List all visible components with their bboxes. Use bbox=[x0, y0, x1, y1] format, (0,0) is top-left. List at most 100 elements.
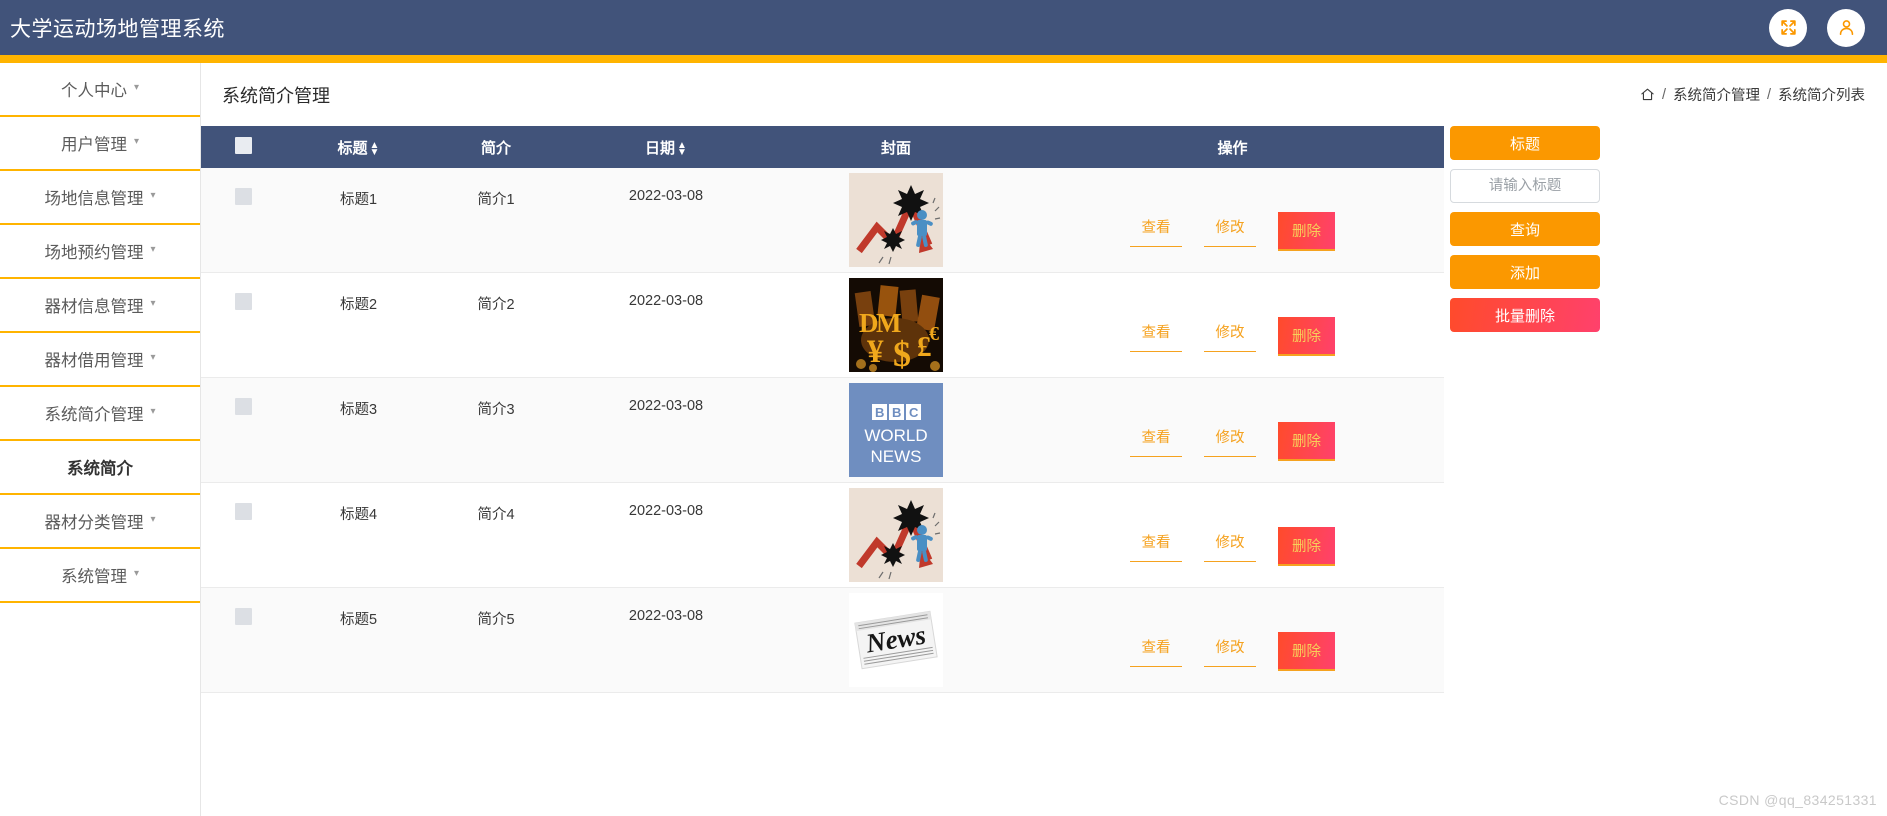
query-button[interactable]: 查询 bbox=[1450, 212, 1600, 246]
user-account-icon[interactable] bbox=[1827, 8, 1865, 47]
view-button[interactable]: 查看 bbox=[1130, 216, 1182, 247]
delete-button[interactable]: 删除 bbox=[1278, 211, 1335, 251]
table-header-title[interactable]: 标题 ▲ ▼ bbox=[286, 126, 431, 168]
row-checkbox[interactable] bbox=[235, 188, 252, 205]
search-input[interactable] bbox=[1450, 169, 1600, 203]
edit-button[interactable]: 修改 bbox=[1204, 321, 1256, 352]
sidebar-item-user-management[interactable]: 用户管理 ▾ bbox=[0, 117, 200, 171]
table-header-operations-label: 操作 bbox=[1217, 139, 1248, 157]
breadcrumb-item-system-intro-management[interactable]: 系统简介管理 bbox=[1673, 84, 1760, 105]
table-row: 标题3 简介3 2022-03-08 B B C WORLD NEWS 查看 修… bbox=[201, 377, 1444, 483]
accent-divider-bar bbox=[0, 55, 1887, 63]
view-button[interactable]: 查看 bbox=[1130, 636, 1182, 667]
row-select-cell bbox=[201, 272, 286, 378]
row-intro-cell: 简介1 bbox=[431, 168, 561, 273]
bbc-world-news-logo-image[interactable]: B B C WORLD NEWS bbox=[849, 383, 943, 477]
chevron-down-icon: ▾ bbox=[150, 406, 156, 417]
breadcrumb-separator: / bbox=[1661, 86, 1666, 103]
chevron-down-icon: ▾ bbox=[133, 136, 140, 147]
table-header-select-all bbox=[201, 126, 286, 168]
gold-currency-symbols-image[interactable]: D M ¥ $ £ € bbox=[849, 278, 943, 372]
edit-button[interactable]: 修改 bbox=[1204, 216, 1256, 247]
filter-action-panel: 标题 查询 添加 批量删除 bbox=[1450, 126, 1600, 332]
sidebar-item-venue-booking-management[interactable]: 场地预约管理 ▾ bbox=[0, 225, 200, 279]
svg-text:€: € bbox=[929, 323, 939, 345]
table-header-cover-label: 封面 bbox=[880, 139, 911, 157]
row-date: 2022-03-08 bbox=[628, 608, 704, 624]
svg-text:WORLD: WORLD bbox=[864, 426, 927, 445]
svg-text:B: B bbox=[892, 405, 901, 420]
row-checkbox[interactable] bbox=[235, 398, 252, 415]
delete-button[interactable]: 删除 bbox=[1278, 421, 1335, 461]
row-intro-cell: 简介4 bbox=[431, 482, 561, 588]
row-title-cell: 标题5 bbox=[286, 587, 431, 693]
main-content-area: 系统简介管理 / 系统简介管理 / 系统简介列表 标题 ▲ ▼ 简介 日期 ▲ … bbox=[201, 63, 1887, 816]
edit-button[interactable]: 修改 bbox=[1204, 636, 1256, 667]
row-checkbox[interactable] bbox=[235, 293, 252, 310]
select-all-checkbox[interactable] bbox=[235, 136, 252, 154]
stock-market-crash-chart-image[interactable] bbox=[849, 173, 943, 267]
watermark: CSDN @qq_834251331 bbox=[1718, 792, 1877, 808]
row-date-cell: 2022-03-08 bbox=[561, 587, 771, 693]
row-checkbox[interactable] bbox=[235, 608, 252, 625]
sidebar-item-system-management[interactable]: 系统管理 ▾ bbox=[0, 549, 200, 603]
sort-icon[interactable]: ▲ ▼ bbox=[370, 140, 380, 157]
stock-market-crash-chart-image[interactable] bbox=[849, 488, 943, 582]
newspaper-news-image[interactable]: News bbox=[849, 593, 943, 687]
sort-desc-icon: ▼ bbox=[677, 146, 687, 158]
sidebar-item-equipment-borrow-management[interactable]: 器材借用管理 ▾ bbox=[0, 333, 200, 387]
sort-icon[interactable]: ▲ ▼ bbox=[677, 140, 687, 158]
sidebar-item-system-intro[interactable]: 系统简介 bbox=[0, 441, 200, 495]
home-icon[interactable] bbox=[1640, 87, 1655, 106]
sidebar-item-venue-info-management[interactable]: 场地信息管理 ▾ bbox=[0, 171, 200, 225]
table-row: 标题5 简介5 2022-03-08 News 查看 修改 删除 bbox=[201, 587, 1444, 693]
sidebar-item-personal-center[interactable]: 个人中心 ▾ bbox=[0, 63, 200, 117]
row-title-cell: 标题3 bbox=[286, 377, 431, 483]
view-button[interactable]: 查看 bbox=[1130, 321, 1182, 352]
sidebar-item-equipment-info-management[interactable]: 器材信息管理 ▾ bbox=[0, 279, 200, 333]
delete-button[interactable]: 删除 bbox=[1278, 316, 1335, 356]
batch-delete-button[interactable]: 批量删除 bbox=[1450, 298, 1600, 332]
row-intro-cell: 简介5 bbox=[431, 587, 561, 693]
svg-text:B: B bbox=[875, 405, 884, 420]
row-date: 2022-03-08 bbox=[628, 503, 704, 519]
row-select-cell bbox=[201, 377, 286, 483]
view-button[interactable]: 查看 bbox=[1130, 531, 1182, 562]
delete-button[interactable]: 删除 bbox=[1278, 526, 1335, 566]
row-intro: 简介4 bbox=[477, 507, 515, 523]
breadcrumb: / 系统简介管理 / 系统简介列表 bbox=[1640, 84, 1865, 105]
row-title: 标题4 bbox=[339, 507, 378, 523]
row-operations-cell: 查看 修改 删除 bbox=[1021, 377, 1444, 483]
table-header-date[interactable]: 日期 ▲ ▼ bbox=[561, 126, 771, 168]
add-button[interactable]: 添加 bbox=[1450, 255, 1600, 289]
row-checkbox[interactable] bbox=[235, 503, 252, 520]
edit-button[interactable]: 修改 bbox=[1204, 531, 1256, 562]
chevron-down-icon: ▾ bbox=[150, 298, 156, 309]
sidebar-item-system-intro-management[interactable]: 系统简介管理 ▾ bbox=[0, 387, 200, 441]
title-filter-button[interactable]: 标题 bbox=[1450, 126, 1600, 160]
row-intro: 简介5 bbox=[477, 612, 515, 628]
page-header: 系统简介管理 / 系统简介管理 / 系统简介列表 bbox=[201, 63, 1887, 126]
edit-button[interactable]: 修改 bbox=[1204, 426, 1256, 457]
content-body: 标题 ▲ ▼ 简介 日期 ▲ ▼ 封面 操作 标题1 简介1 2022-03-0… bbox=[201, 126, 1887, 693]
row-intro-cell: 简介2 bbox=[431, 272, 561, 378]
sidebar-item-label: 个人中心 bbox=[60, 82, 127, 100]
sidebar-item-equipment-category-management[interactable]: 器材分类管理 ▾ bbox=[0, 495, 200, 549]
row-date: 2022-03-08 bbox=[628, 398, 704, 414]
row-intro: 简介3 bbox=[477, 402, 515, 418]
chevron-down-icon: ▾ bbox=[133, 568, 140, 579]
row-title: 标题5 bbox=[339, 612, 378, 628]
view-button[interactable]: 查看 bbox=[1130, 426, 1182, 457]
row-date: 2022-03-08 bbox=[628, 293, 704, 309]
chevron-down-icon: ▾ bbox=[150, 514, 156, 525]
row-operations-cell: 查看 修改 删除 bbox=[1021, 587, 1444, 693]
table-row: 标题1 简介1 2022-03-08 查看 修改 删除 bbox=[201, 168, 1444, 273]
svg-text:NEWS: NEWS bbox=[871, 447, 922, 466]
fullscreen-icon[interactable] bbox=[1769, 8, 1807, 47]
delete-button[interactable]: 删除 bbox=[1278, 631, 1335, 671]
row-title: 标题2 bbox=[339, 297, 378, 313]
table-header-intro: 简介 bbox=[431, 126, 561, 168]
top-header-actions bbox=[1769, 8, 1865, 47]
sidebar-nav: 个人中心 ▾ 用户管理 ▾ 场地信息管理 ▾ 场地预约管理 ▾ 器材信息管理 ▾… bbox=[0, 63, 201, 816]
chevron-down-icon: ▾ bbox=[150, 244, 156, 255]
